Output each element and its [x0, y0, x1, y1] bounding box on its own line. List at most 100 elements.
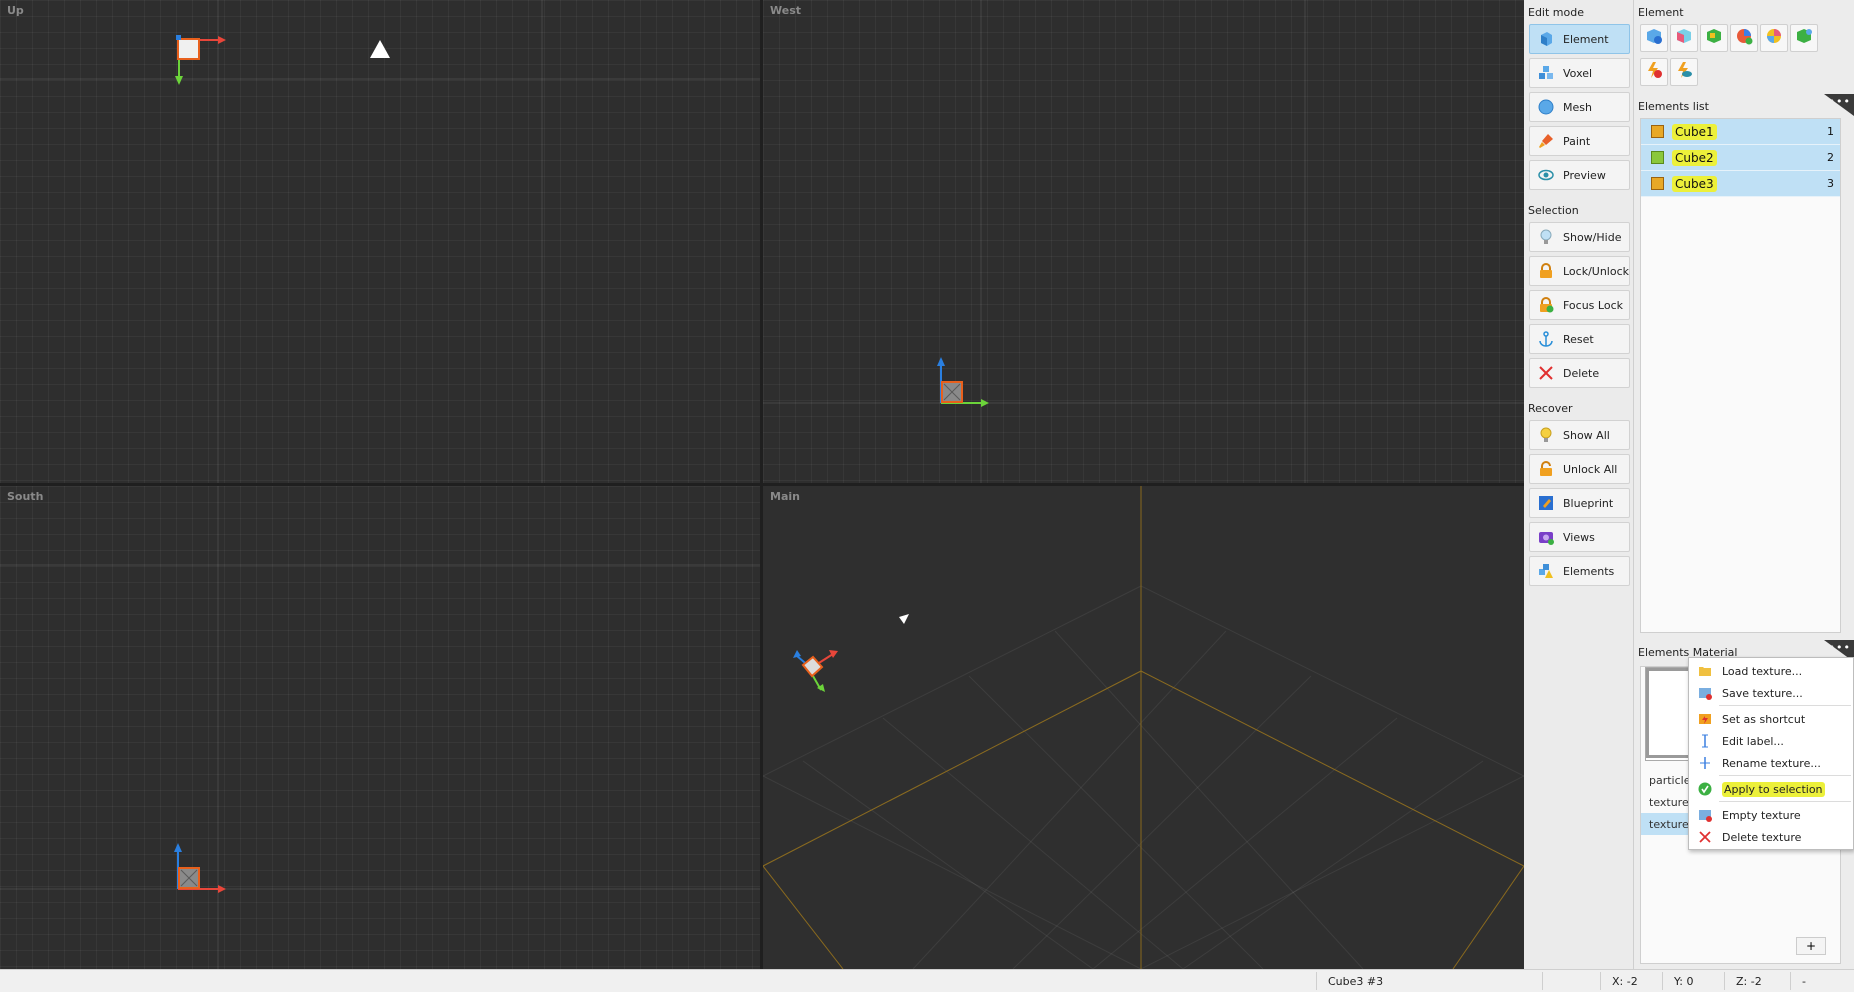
flash-delete-icon — [1645, 61, 1663, 83]
menu-item-apply-to-selection[interactable]: Apply to selection — [1689, 778, 1853, 800]
add-textured-cube-icon — [1705, 27, 1723, 49]
list-item[interactable]: Cube2 2 — [1641, 145, 1840, 171]
delete-button[interactable]: Delete — [1529, 358, 1630, 388]
delete-label: Delete — [1563, 366, 1600, 380]
elements-warning-icon — [1538, 563, 1554, 579]
views-button[interactable]: Views — [1529, 522, 1630, 552]
voxel-mode-label: Voxel — [1563, 66, 1593, 80]
menu-separator — [1719, 705, 1851, 706]
menu-item-label: Rename texture... — [1722, 756, 1821, 770]
unlock-all-button[interactable]: Unlock All — [1529, 454, 1630, 484]
add-cube-icon — [1675, 27, 1693, 49]
anchor-icon — [1538, 331, 1554, 347]
elements-button[interactable]: Elements — [1529, 556, 1630, 586]
status-divider — [1662, 972, 1663, 990]
menu-item-edit-label[interactable]: Edit label... — [1689, 730, 1853, 752]
color-wheel-button[interactable] — [1760, 24, 1788, 52]
paint-mode-button[interactable]: Paint — [1529, 126, 1630, 156]
reset-button[interactable]: Reset — [1529, 324, 1630, 354]
menu-item-label: Load texture... — [1722, 664, 1803, 678]
camera-icon — [1538, 529, 1554, 545]
menu-separator — [1719, 801, 1851, 802]
flash-eye-button[interactable] — [1670, 58, 1698, 86]
menu-dots-icon: ••• — [1828, 95, 1851, 108]
menu-item-save-texture[interactable]: Save texture... — [1689, 682, 1853, 704]
menu-item-empty-texture[interactable]: Empty texture — [1689, 804, 1853, 826]
viewport-south[interactable]: South — [0, 486, 760, 969]
cube-check-button[interactable] — [1790, 24, 1818, 52]
mesh-sphere-icon — [1538, 99, 1554, 115]
status-divider — [1724, 972, 1725, 990]
viewport-main[interactable]: Main — [763, 486, 1524, 969]
add-textured-cube-button[interactable] — [1700, 24, 1728, 52]
menu-item-rename-texture[interactable]: Rename texture... — [1689, 752, 1853, 774]
unlock-all-label: Unlock All — [1563, 462, 1618, 476]
lock-icon — [1538, 263, 1554, 279]
color-check-button[interactable] — [1730, 24, 1758, 52]
status-extra: - — [1802, 975, 1806, 988]
cube-check-icon — [1795, 27, 1813, 49]
menu-separator — [1719, 775, 1851, 776]
show-hide-button[interactable]: Show/Hide — [1529, 222, 1630, 252]
blueprint-button[interactable]: Blueprint — [1529, 488, 1630, 518]
views-label: Views — [1563, 530, 1595, 544]
paint-brush-icon — [1538, 133, 1554, 149]
element-name: Cube3 — [1672, 175, 1717, 192]
add-element-button[interactable] — [1640, 24, 1668, 52]
status-y: Y: 0 — [1674, 975, 1694, 988]
viewport-west-scene — [763, 0, 1524, 483]
delete-x-icon — [1538, 365, 1554, 381]
camera-marker-icon — [899, 614, 909, 624]
viewport-splitter-horizontal[interactable] — [0, 483, 1524, 486]
element-mode-button[interactable]: Element — [1529, 24, 1630, 54]
preview-mode-label: Preview — [1563, 168, 1606, 182]
gizmo-main[interactable] — [793, 650, 838, 692]
list-item[interactable]: Cube3 3 — [1641, 171, 1840, 197]
blueprint-label: Blueprint — [1563, 496, 1614, 510]
menu-item-label: Apply to selection — [1722, 781, 1825, 797]
edit-text-icon — [1698, 734, 1712, 748]
focus-lock-label: Focus Lock — [1563, 298, 1623, 312]
menu-item-label: Delete texture — [1722, 830, 1802, 844]
camera-marker-icon — [370, 40, 390, 58]
shortcut-icon — [1698, 712, 1712, 726]
add-material-button[interactable]: + — [1796, 937, 1826, 955]
menu-item-delete-texture[interactable]: Delete texture — [1689, 826, 1853, 848]
voxel-mode-button[interactable]: Voxel — [1529, 58, 1630, 88]
bulb-icon — [1538, 229, 1554, 245]
element-name: Cube1 — [1672, 123, 1717, 140]
viewport-up[interactable]: Up — [0, 0, 760, 483]
voxel-icon — [1538, 65, 1554, 81]
element-mode-label: Element — [1563, 32, 1609, 46]
menu-item-set-shortcut[interactable]: Set as shortcut — [1689, 708, 1853, 730]
status-divider — [1542, 972, 1543, 990]
preview-mode-button[interactable]: Preview — [1529, 160, 1630, 190]
add-cube-button[interactable] — [1670, 24, 1698, 52]
check-circle-icon — [1698, 782, 1712, 796]
menu-item-load-texture[interactable]: Load texture... — [1689, 660, 1853, 682]
elements-list[interactable]: Cube1 1 Cube2 2 Cube3 3 — [1640, 118, 1841, 633]
list-item[interactable]: Cube1 1 — [1641, 119, 1840, 145]
elements-list-menu[interactable]: ••• — [1824, 94, 1854, 116]
folder-icon — [1698, 664, 1712, 678]
lock-unlock-button[interactable]: Lock/Unlock — [1529, 256, 1630, 286]
element-cube-icon — [1538, 31, 1554, 47]
reset-label: Reset — [1563, 332, 1594, 346]
paint-mode-label: Paint — [1563, 134, 1591, 148]
add-element-icon — [1645, 27, 1663, 49]
viewport-west[interactable]: West — [763, 0, 1524, 483]
color-wheel-icon — [1765, 27, 1783, 49]
selection-title: Selection — [1528, 204, 1579, 217]
focus-lock-button[interactable]: Focus Lock — [1529, 290, 1630, 320]
unlock-icon — [1538, 461, 1554, 477]
texture-context-menu: Load texture... Save texture... Set as s… — [1688, 657, 1854, 850]
status-z: Z: -2 — [1736, 975, 1762, 988]
mesh-mode-button[interactable]: Mesh — [1529, 92, 1630, 122]
cube-icon — [1651, 125, 1664, 138]
viewport-main-scene — [763, 486, 1524, 969]
status-divider — [1316, 972, 1317, 990]
cube-icon — [1651, 151, 1664, 164]
show-all-button[interactable]: Show All — [1529, 420, 1630, 450]
flash-delete-button[interactable] — [1640, 58, 1668, 86]
show-all-label: Show All — [1563, 428, 1610, 442]
